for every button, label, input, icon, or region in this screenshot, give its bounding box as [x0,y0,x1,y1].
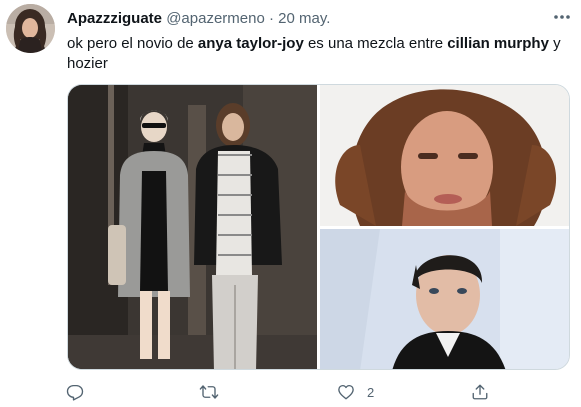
share-icon[interactable] [471,383,489,401]
like-button[interactable]: 2 [337,378,374,406]
tweet-text-bold: anya taylor-joy [197,35,304,52]
tweet[interactable]: Apazzziguate @apazermeno · 20 may. ok pe… [0,0,581,407]
handle[interactable]: @apazermeno [166,10,265,27]
media-grid [67,84,570,370]
retweet-icon[interactable] [199,383,219,401]
retweet-button[interactable] [199,378,231,406]
display-name[interactable]: Apazzziguate [67,10,162,27]
tweet-text-bold: cillian murphy [447,35,549,52]
separator: · [268,10,274,27]
tweet-header: Apazzziguate @apazermeno · 20 may. [67,9,330,29]
tweet-text: ok pero el novio de anya taylor-joy es u… [67,34,567,74]
tweet-text-part: es una mezcla entre [303,35,448,52]
like-count: 2 [367,384,375,400]
share-button[interactable] [471,378,501,406]
tweet-actions: 2 [0,378,581,406]
photo-hozier[interactable] [320,85,569,226]
heart-icon[interactable] [337,383,355,401]
more-horizontal-icon[interactable] [551,8,573,26]
reply-button[interactable] [66,378,96,406]
photo-cillian-murphy[interactable] [320,229,569,369]
tweet-text-part: ok pero el novio de [67,35,198,52]
timestamp[interactable]: 20 may. [278,10,330,27]
photo-couple[interactable] [68,85,317,369]
reply-icon[interactable] [66,383,84,401]
avatar[interactable] [6,4,55,53]
